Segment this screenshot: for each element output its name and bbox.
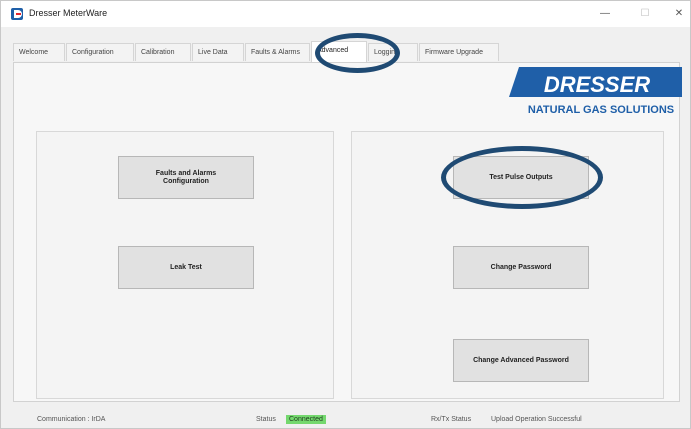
tab-firmware-upgrade[interactable]: Firmware Upgrade	[419, 43, 499, 61]
tab-configuration[interactable]: Configuration	[66, 43, 134, 61]
communication-status: Communication : IrDA	[37, 416, 106, 423]
dresser-app-icon	[11, 8, 23, 20]
close-button[interactable]: ✕	[665, 5, 691, 23]
title-bar: Dresser MeterWare — ☐ ✕	[1, 1, 690, 27]
highlight-ring-test-pulse	[441, 146, 603, 209]
leak-test-button[interactable]: Leak Test	[118, 246, 254, 289]
tab-live-data[interactable]: Live Data	[192, 43, 244, 61]
change-password-label: Change Password	[490, 263, 552, 271]
dresser-logo: DRESSER NATURAL GAS SOLUTIONS	[509, 67, 682, 116]
faults-alarms-config-label: Faults and Alarms Configuration	[155, 169, 217, 185]
change-advanced-password-button[interactable]: Change Advanced Password	[453, 339, 589, 382]
tab-faults-alarms[interactable]: Faults & Alarms	[245, 43, 310, 61]
status-badge: Connected	[286, 415, 326, 424]
app-window: Dresser MeterWare — ☐ ✕ Welcome Configur…	[0, 0, 691, 429]
tab-calibration[interactable]: Calibration	[135, 43, 191, 61]
rxtx-status-value: Upload Operation Successful	[491, 416, 582, 423]
window-title: Dresser MeterWare	[29, 8, 108, 18]
change-advanced-password-label: Change Advanced Password	[473, 356, 569, 364]
faults-alarms-config-button[interactable]: Faults and Alarms Configuration	[118, 156, 254, 199]
status-bar: Communication : IrDA Status Connected Rx…	[1, 413, 690, 429]
svg-text:DRESSER: DRESSER	[544, 72, 650, 97]
highlight-ring-advanced-tab	[315, 33, 400, 73]
svg-text:NATURAL GAS SOLUTIONS: NATURAL GAS SOLUTIONS	[528, 104, 674, 116]
change-password-button[interactable]: Change Password	[453, 246, 589, 289]
status-label: Status	[256, 416, 276, 423]
leak-test-label: Leak Test	[170, 263, 202, 271]
rxtx-label: Rx/Tx Status	[431, 416, 472, 423]
tab-welcome[interactable]: Welcome	[13, 43, 65, 61]
minimize-button[interactable]: —	[591, 5, 619, 23]
maximize-button[interactable]: ☐	[631, 5, 659, 23]
